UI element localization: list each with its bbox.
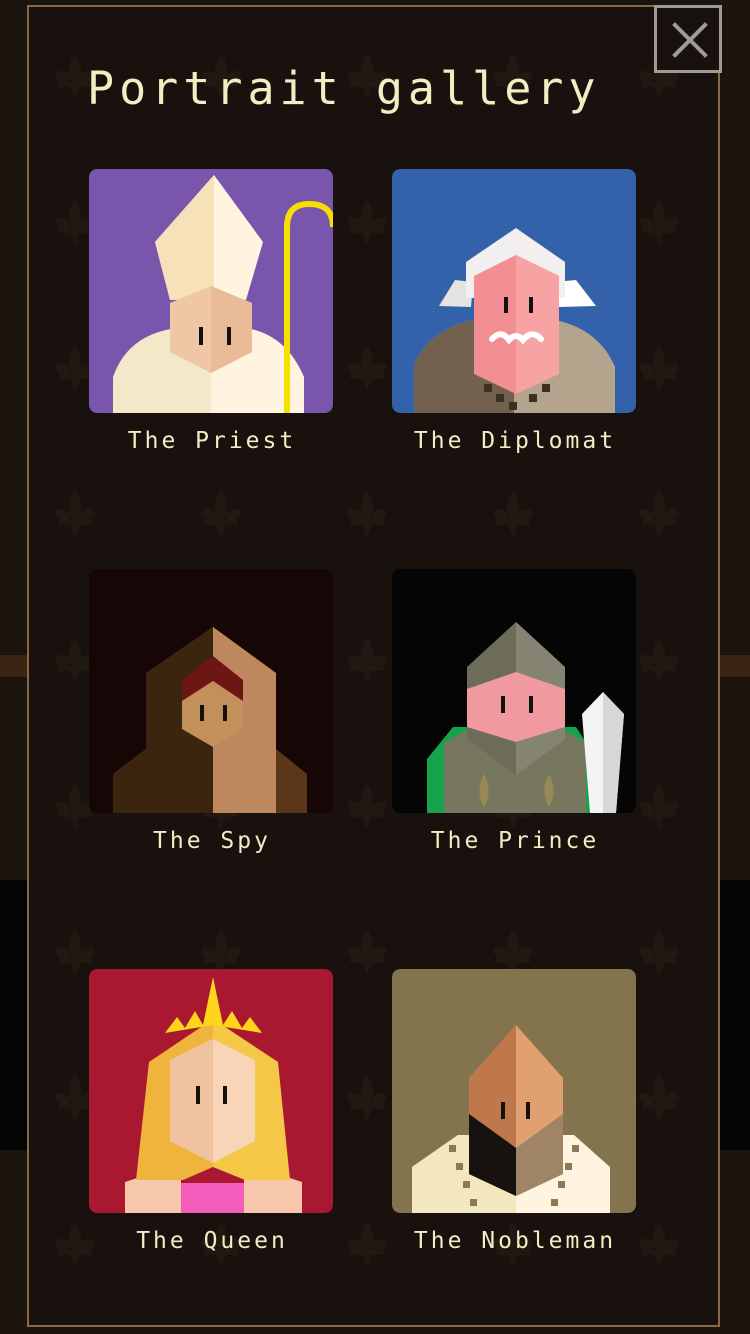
spy-portrait xyxy=(89,569,333,813)
nobleman-portrait xyxy=(392,969,636,1213)
portrait-label: The Queen xyxy=(136,1228,288,1254)
portrait-label: The Priest xyxy=(127,428,297,454)
portrait-card-prince[interactable]: The Prince xyxy=(392,569,638,859)
portrait-label: The Nobleman xyxy=(413,1228,617,1254)
nobleman-left-eye xyxy=(501,1102,505,1119)
diplomat-left-eye xyxy=(504,297,508,313)
prince-portrait xyxy=(392,569,636,813)
prince-left-eye xyxy=(501,696,505,713)
spy-left-eye xyxy=(200,705,204,721)
queen-right-eye xyxy=(223,1086,227,1104)
priest-right-eye xyxy=(227,327,231,345)
queen-portrait xyxy=(89,969,333,1213)
portrait-card-queen[interactable]: The Queen xyxy=(89,969,335,1259)
portrait-label: The Spy xyxy=(153,828,271,854)
portrait-label: The Prince xyxy=(430,828,600,854)
game-screen: Portrait gallery The Priest The Diplomat… xyxy=(0,0,750,1334)
priest-left-eye xyxy=(199,327,203,345)
portrait-card-diplomat[interactable]: The Diplomat xyxy=(392,169,638,459)
spy-right-eye xyxy=(223,705,227,721)
diplomat-portrait xyxy=(392,169,636,413)
portrait-label: The Diplomat xyxy=(413,428,617,454)
close-icon xyxy=(672,22,708,58)
portrait-gallery-panel: Portrait gallery The Priest The Diplomat… xyxy=(27,5,720,1327)
portrait-card-spy[interactable]: The Spy xyxy=(89,569,335,859)
nobleman-right-eye xyxy=(526,1102,530,1119)
queen-left-eye xyxy=(196,1086,200,1104)
prince-right-eye xyxy=(529,696,533,713)
diplomat-right-eye xyxy=(529,297,533,313)
close-button[interactable] xyxy=(654,5,722,73)
portrait-card-nobleman[interactable]: The Nobleman xyxy=(392,969,638,1259)
portrait-card-priest[interactable]: The Priest xyxy=(89,169,335,459)
page-title: Portrait gallery xyxy=(87,62,601,115)
diplomat-face-shadow xyxy=(516,255,559,394)
priest-portrait xyxy=(89,169,333,413)
